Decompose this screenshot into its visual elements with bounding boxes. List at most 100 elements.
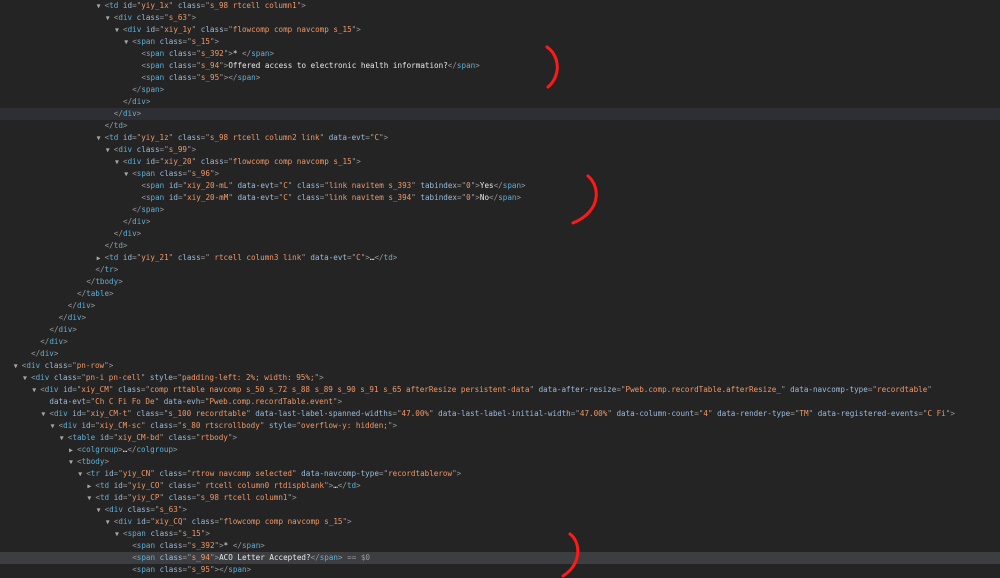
dom-node-line[interactable]: <span class="s_94">Offered access to ele…	[0, 60, 1000, 72]
expand-triangle-down-icon[interactable]: ▼	[32, 384, 40, 396]
token: div	[118, 145, 133, 154]
dom-node-line[interactable]: ▼ <tbody>	[0, 456, 1000, 468]
expand-triangle-down-icon[interactable]: ▼	[115, 528, 123, 540]
expand-triangle-down-icon[interactable]: ▼	[115, 24, 123, 36]
dom-node-line[interactable]: ▼ <td id="yiy_1x" class="s_98 rtcell colu…	[0, 0, 1000, 12]
token: </	[123, 217, 133, 226]
token: ="	[378, 469, 389, 478]
dom-node-line[interactable]: data-evt="Ch C Fi Fo De" data-evh="Pweb.…	[0, 396, 1000, 408]
token: recordtablerow	[388, 469, 453, 478]
expand-triangle-down-icon[interactable]: ▼	[60, 432, 68, 444]
collapse-triangle-right-icon[interactable]: ▶	[69, 444, 77, 456]
dom-node-line[interactable]: ▼ <tr id="yiy_CN" class="rtrow navcomp se…	[0, 468, 1000, 480]
token: ="	[191, 73, 201, 82]
dom-node-line[interactable]: ▼ <span class="s_96">	[0, 168, 1000, 180]
dom-node-line[interactable]: <span class="s_95"></span>	[0, 72, 1000, 84]
token: </	[242, 49, 252, 58]
dom-node-line[interactable]: </tr>	[0, 264, 1000, 276]
dom-node-line[interactable]: ▼ <td id="yiy_CP" class="s_98 rtcell colu…	[0, 492, 1000, 504]
dom-node-line[interactable]: ▼ <td id="yiy_1z" class="s_98 rtcell colu…	[0, 132, 1000, 144]
dom-node-line[interactable]: </tbody>	[0, 276, 1000, 288]
token: td	[99, 481, 110, 490]
token: >	[104, 457, 110, 466]
dom-node-line[interactable]: </div>	[0, 312, 1000, 324]
dom-node-line[interactable]: ▼ <div class="pn-row">	[0, 360, 1000, 372]
dom-node-line[interactable]: </div>	[0, 108, 1000, 120]
token: >	[456, 469, 462, 478]
dom-node-line[interactable]: </span>	[0, 204, 1000, 216]
dom-node-line[interactable]: <span class="s_392">* </span>	[0, 540, 1000, 552]
token: td	[113, 121, 123, 130]
dom-node-line[interactable]: ▼ <table id="xiy_CM-bd" class="rtbody">	[0, 432, 1000, 444]
dom-node-line[interactable]: </div>	[0, 336, 1000, 348]
token: ="	[570, 409, 580, 418]
dom-node-line[interactable]: ▼ <div id="xiy_20" class="flowcomp comp n…	[0, 156, 1000, 168]
dom-node-line[interactable]: </td>	[0, 240, 1000, 252]
token: td	[346, 481, 357, 490]
dom-node-line[interactable]: ▼ <span class="s_15">	[0, 528, 1000, 540]
expand-triangle-down-icon[interactable]: ▼	[51, 420, 59, 432]
dom-node-line[interactable]: ▼ <span class="s_15">	[0, 36, 1000, 48]
dom-node-line[interactable]: </div>	[0, 300, 1000, 312]
selected-dom-node-line[interactable]: <span class="s_94">ACO Letter Accepted?<…	[0, 552, 1000, 564]
dom-node-line[interactable]: ▼ <div class="s_63">	[0, 12, 1000, 24]
dom-node-line[interactable]: ▼ <div id="xiy_1y" class="flowcomp comp n…	[0, 24, 1000, 36]
dom-node-line[interactable]: ▶ <td id="yiy_21" class=" rtcell column3 …	[0, 252, 1000, 264]
expand-triangle-down-icon[interactable]: ▼	[14, 360, 22, 372]
token: id	[145, 157, 156, 166]
token: id	[168, 193, 178, 202]
dom-node-line[interactable]: <span class="s_392">* </span>	[0, 48, 1000, 60]
expand-triangle-down-icon[interactable]: ▼	[78, 468, 86, 480]
expand-triangle-down-icon[interactable]: ▼	[97, 132, 105, 144]
token: >	[475, 61, 480, 70]
token: id	[136, 517, 146, 526]
dom-tree-panel: ▼ <td id="yiy_1x" class="s_98 rtcell colu…	[0, 0, 1000, 578]
dom-node-line[interactable]: ▼ <div id="xiy_CM" class="comp rttable na…	[0, 384, 1000, 396]
expand-triangle-down-icon[interactable]: ▼	[23, 372, 31, 384]
dom-node-line[interactable]: </div>	[0, 216, 1000, 228]
dom-node-line[interactable]: <span id="xiy_20-mM" data-evt="C" class=…	[0, 192, 1000, 204]
expand-triangle-down-icon[interactable]: ▼	[115, 156, 123, 168]
token: </	[58, 313, 68, 322]
expand-triangle-down-icon[interactable]: ▼	[124, 168, 132, 180]
expand-triangle-down-icon[interactable]: ▼	[97, 504, 105, 516]
token: tr	[90, 469, 100, 478]
dom-node-line[interactable]: <span class="s_95"></span>	[0, 564, 1000, 576]
dom-node-line[interactable]: ▼ <div class="s_99">	[0, 144, 1000, 156]
token: span	[145, 181, 165, 190]
dom-node-line[interactable]: ▼ <div id="xiy_CM-sc" class="s_80 rtscrol…	[0, 420, 1000, 432]
token: div	[49, 337, 64, 346]
token: data-evt	[237, 181, 275, 190]
expand-triangle-down-icon[interactable]: ▼	[69, 456, 77, 468]
token: div	[127, 157, 142, 166]
dom-node-line[interactable]: </div>	[0, 348, 1000, 360]
expand-triangle-down-icon[interactable]: ▼	[97, 0, 105, 12]
dom-node-line[interactable]: </div>	[0, 96, 1000, 108]
expand-triangle-down-icon[interactable]: ▼	[106, 144, 114, 156]
dom-node-line[interactable]: ▼ <div id="xiy_CQ" class="flowcomp comp n…	[0, 516, 1000, 528]
token: >	[232, 433, 238, 442]
expand-triangle-down-icon[interactable]: ▼	[106, 12, 114, 24]
token: s_98 rtcell column2 link	[209, 133, 320, 142]
token: link navitem s_393	[328, 181, 412, 190]
dom-node-line[interactable]: ▼ <div class="pn-i pn-cell" style="paddin…	[0, 372, 1000, 384]
token: class	[136, 409, 160, 418]
dom-node-line[interactable]: </td>	[0, 120, 1000, 132]
token: class	[53, 373, 77, 382]
dom-node-line[interactable]: </table>	[0, 288, 1000, 300]
dom-node-line[interactable]: ▶ <td id="yiy_CO" class=" rtcell column0 …	[0, 480, 1000, 492]
token: >	[191, 145, 197, 154]
dom-node-line[interactable]: ▼ <div class="s_63">	[0, 504, 1000, 516]
dom-node-line[interactable]: ▼ <div id="xiy_CM-t" class="s_100 recordt…	[0, 408, 1000, 420]
token: >	[392, 421, 398, 430]
dom-node-line[interactable]: <span id="xiy_20-mL" data-evt="C" class=…	[0, 180, 1000, 192]
expand-triangle-down-icon[interactable]: ▼	[106, 516, 114, 528]
collapse-triangle-right-icon[interactable]: ▶	[97, 252, 105, 264]
dom-node-line[interactable]: </div>	[0, 228, 1000, 240]
dom-node-line[interactable]: </span>	[0, 84, 1000, 96]
token: div	[109, 505, 123, 514]
dom-node-line[interactable]: ▶ <colgroup>…</colgroup>	[0, 444, 1000, 456]
token: class	[200, 157, 224, 166]
dom-node-line[interactable]: </div>	[0, 324, 1000, 336]
expand-triangle-down-icon[interactable]: ▼	[124, 36, 132, 48]
